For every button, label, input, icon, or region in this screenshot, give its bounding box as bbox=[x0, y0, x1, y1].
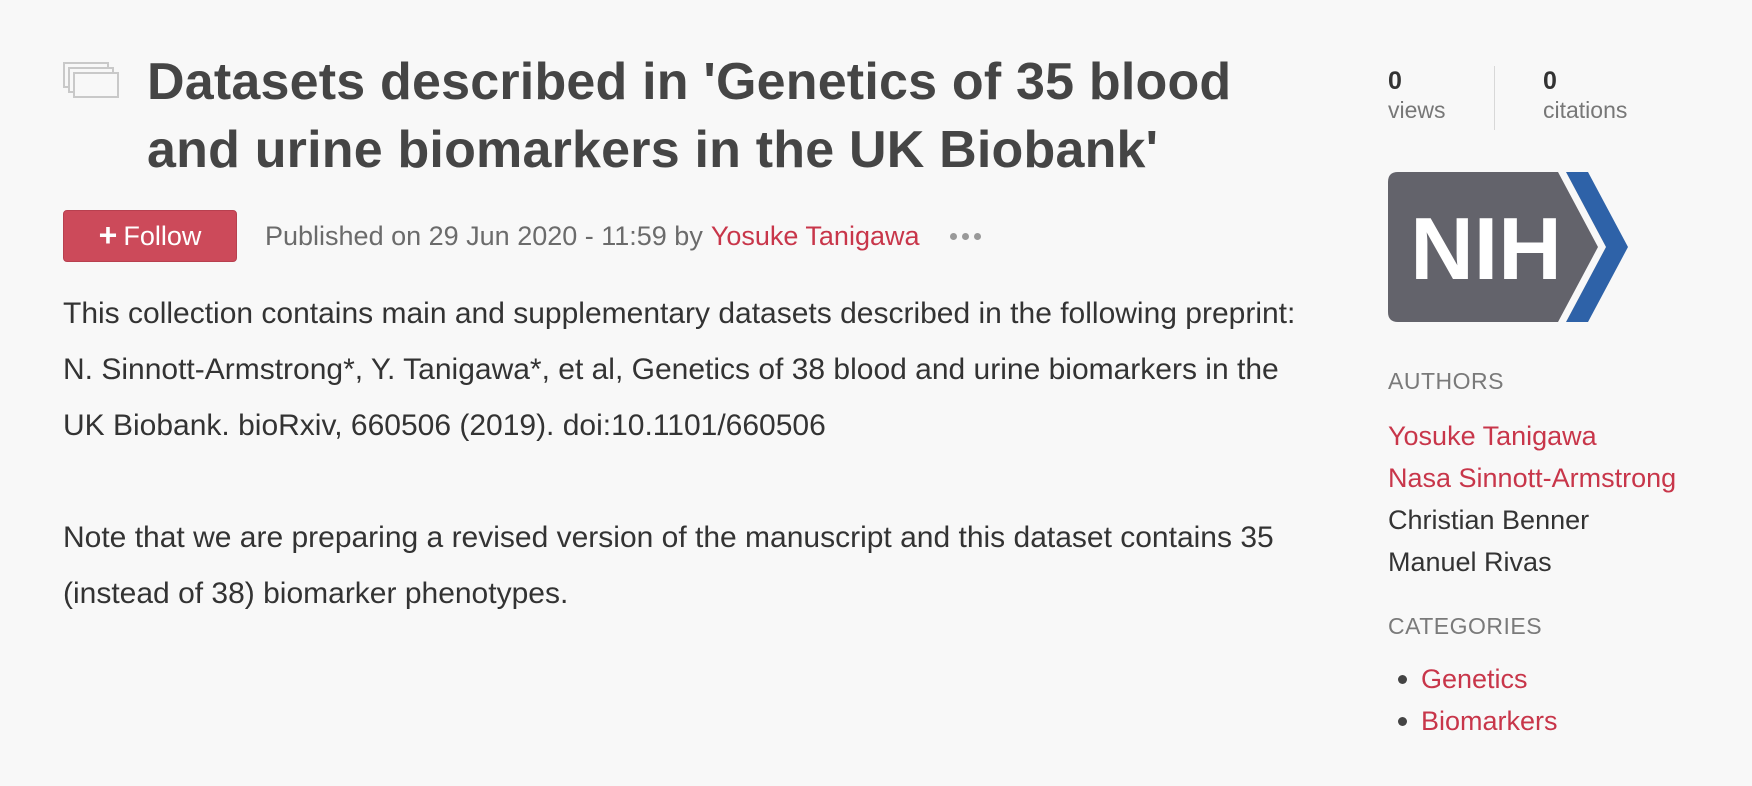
author-name: Christian Benner bbox=[1388, 505, 1590, 535]
authors-list: Yosuke Tanigawa Nasa Sinnott-Armstrong C… bbox=[1388, 415, 1728, 583]
collection-icon bbox=[63, 62, 119, 98]
citations-count: 0 bbox=[1543, 67, 1557, 95]
plus-icon: + bbox=[98, 216, 118, 253]
category-link-genetics[interactable]: Genetics bbox=[1421, 658, 1528, 700]
description-note: Note that we are preparing a revised ver… bbox=[63, 521, 1274, 610]
stats: 0 views 0 citations bbox=[1388, 66, 1728, 130]
description: This collection contains main and supple… bbox=[63, 286, 1323, 622]
main-content: Datasets described in 'Genetics of 35 bl… bbox=[63, 48, 1323, 622]
description-citation: N. Sinnott-Armstrong*, Y. Tanigawa*, et … bbox=[63, 353, 1279, 442]
author-name: Manuel Rivas bbox=[1388, 547, 1552, 577]
views-label: views bbox=[1388, 97, 1446, 123]
published-info: Published on 29 Jun 2020 - 11:59 by bbox=[265, 220, 703, 251]
bullet-icon bbox=[1398, 716, 1407, 726]
category-item: Biomarkers bbox=[1388, 700, 1728, 742]
views-stat: 0 views bbox=[1388, 66, 1495, 130]
title-row: Datasets described in 'Genetics of 35 bl… bbox=[63, 48, 1323, 184]
follow-button-label: Follow bbox=[123, 220, 202, 251]
categories-title: CATEGORIES bbox=[1388, 613, 1543, 639]
published-author-link[interactable]: Yosuke Tanigawa bbox=[711, 221, 920, 252]
nih-logo: NIH bbox=[1388, 172, 1628, 322]
bullet-icon bbox=[1398, 674, 1407, 684]
author-link[interactable]: Yosuke Tanigawa bbox=[1388, 415, 1728, 457]
citations-label: citations bbox=[1543, 97, 1628, 123]
category-link-biomarkers[interactable]: Biomarkers bbox=[1421, 700, 1558, 742]
authors-title: AUTHORS bbox=[1388, 368, 1504, 394]
description-paragraph: This collection contains main and supple… bbox=[63, 297, 1296, 330]
author-link[interactable]: Nasa Sinnott-Armstrong bbox=[1388, 457, 1728, 499]
follow-button[interactable]: + Follow bbox=[63, 210, 237, 262]
more-options-icon[interactable] bbox=[949, 232, 981, 240]
page-title: Datasets described in 'Genetics of 35 bl… bbox=[147, 53, 1232, 179]
views-count: 0 bbox=[1388, 67, 1402, 95]
meta-row: + Follow Published on 29 Jun 2020 - 11:5… bbox=[63, 210, 1323, 262]
citations-stat: 0 citations bbox=[1495, 66, 1627, 130]
logo-text: NIH bbox=[1410, 199, 1562, 298]
sidebar: 0 views 0 citations NIH AUTHORS Yosuke T… bbox=[1388, 66, 1728, 742]
category-item: Genetics bbox=[1388, 658, 1728, 700]
categories-list: Genetics Biomarkers bbox=[1388, 658, 1728, 742]
